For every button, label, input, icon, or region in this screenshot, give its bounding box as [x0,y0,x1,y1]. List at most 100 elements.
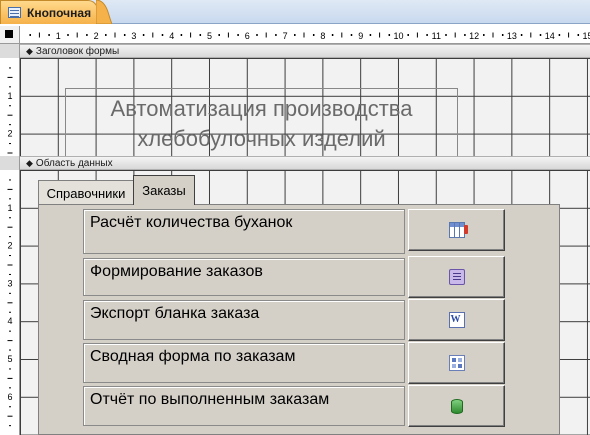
ruler-tick [331,34,334,36]
ruler-tick [86,34,88,36]
title-line-1: Автоматизация производства [110,96,413,121]
summary-form-button[interactable] [408,342,505,384]
tab-orders[interactable]: Заказы [133,175,195,205]
ruler-tick [426,34,428,36]
tab-page-orders: Расчёт количества буханок Формирование з… [38,204,560,435]
detail-section-bar[interactable]: ◆ Область данных [20,156,590,170]
action-label: Сводная форма по заказам [83,343,405,383]
ruler-tick [9,124,11,126]
document-tab[interactable]: Кнопочная [0,0,98,24]
ruler-tick [9,292,11,294]
ruler-tick-label: 14 [545,31,555,41]
ruler-tick [218,34,220,36]
ruler-tick [454,32,456,38]
ruler-tick-label: 4 [169,31,174,41]
ruler-tick [152,32,154,38]
ruler-tick [114,32,116,38]
ruler-tick [190,32,192,38]
ruler-tick [7,76,13,78]
ruler-tick [407,34,409,36]
ruler-tick [464,34,466,36]
ruler-tick [29,34,31,36]
ruler-tick [7,114,13,116]
ruler-tick [7,264,13,266]
form-icon [8,7,21,18]
ruler-tick [520,34,523,36]
ruler-tick [7,340,13,342]
ruler-tick-label: 6 [245,31,250,41]
ruler-tick [369,34,372,36]
ruler-tick-label: 11 [432,31,441,41]
ruler-tick [9,425,11,427]
ruler-tick [9,217,11,219]
horizontal-ruler: 123456789101112131415 [20,26,590,44]
ruler-tick-label: 2 [94,31,99,41]
ruler-tick-label: 2 [7,241,12,251]
ruler-tick [9,273,11,275]
ruler-tick-label: 5 [7,354,12,364]
ruler-tick [303,32,305,38]
ruler-tick [294,34,296,36]
ruler-tick-label: 12 [469,31,479,41]
section-arrow-icon: ◆ [26,45,33,56]
ruler-tick [161,34,164,36]
ruler-tick [7,188,13,190]
ruler-tick [9,105,11,107]
title-line-2: хлебобулочных изделий [137,126,386,151]
ruler-tick-label: 1 [56,31,61,41]
detail-section-label: Область данных [35,157,113,169]
ruler-tick [123,34,126,36]
ruler-tick [9,311,11,313]
form-title-label[interactable]: Автоматизация производства хлебобулочных… [65,88,458,160]
ruler-tick-label: 9 [358,31,363,41]
database-report-icon [450,398,463,414]
form-orders-button[interactable] [408,256,505,298]
ruler-tick [7,377,13,379]
header-section-bar[interactable]: ◆ Заголовок формы [20,44,590,58]
ruler-tick [256,34,258,36]
ruler-tick [142,34,145,36]
ruler-tick-label: 5 [207,31,212,41]
ruler-tick [539,34,542,36]
completed-orders-report-button[interactable] [408,385,505,427]
ruler-tick-label: 15 [582,31,590,41]
tab-references[interactable]: Справочники [38,180,134,205]
header-section-label: Заголовок формы [35,45,120,57]
ruler-tick [67,34,69,36]
document-tab-strip: Кнопочная [0,0,590,24]
export-order-form-button[interactable] [408,299,505,341]
ruler-section-gap [0,44,19,58]
ruler-tick [76,32,78,38]
ruler-tick [9,330,11,332]
ruler-tick [199,34,202,36]
ruler-tick-label: 3 [131,31,136,41]
tab-control: Справочники Заказы Расчёт количества бух… [38,175,560,435]
header-grid: Автоматизация производства хлебобулочных… [20,58,590,160]
form-selector[interactable] [0,26,20,44]
ruler-tick-label: 3 [7,278,12,288]
ruler-tick [9,179,11,181]
vertical-ruler: 1 2 1 2 3 4 5 6 [0,44,20,435]
ruler-tick [9,198,11,200]
calc-loaves-button[interactable] [408,209,505,251]
ruler-tick [9,349,11,351]
document-tab-label: Кнопочная [27,5,92,20]
ruler-tick-label: 1 [7,203,12,213]
ruler-tick [379,32,381,38]
ruler-tick [445,34,447,36]
summary-form-icon [448,355,465,371]
ruler-tick [9,143,11,145]
ruler-tick-label: 2 [7,129,12,139]
ruler-tick-label: 1 [7,91,12,101]
ruler-tick [7,226,13,228]
ruler-tick [388,34,391,36]
ruler-tick [48,34,50,36]
ruler-tick [558,34,561,36]
ruler-tick-label: 10 [393,31,403,41]
ruler-tick-label: 8 [320,31,325,41]
ruler-tick [9,255,11,257]
ruler-tick [9,67,11,69]
ruler-tick [7,302,13,304]
action-label: Формирование заказов [83,258,405,296]
ruler-tick [227,32,229,38]
